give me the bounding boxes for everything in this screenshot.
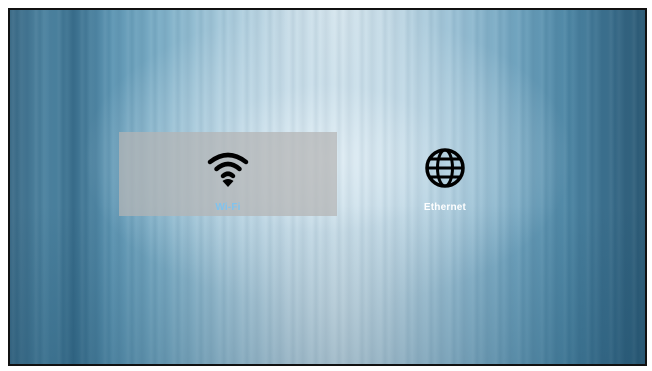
wifi-icon <box>206 146 250 190</box>
network-selection-screen: Wi-Fi Ethernet <box>8 8 647 366</box>
wifi-option-label: Wi-Fi <box>215 202 241 213</box>
ethernet-option[interactable]: Ethernet <box>336 132 554 216</box>
ethernet-option-label: Ethernet <box>423 202 467 213</box>
globe-icon <box>423 146 467 190</box>
background-shade <box>10 204 645 364</box>
wifi-option[interactable]: Wi-Fi <box>119 132 337 216</box>
